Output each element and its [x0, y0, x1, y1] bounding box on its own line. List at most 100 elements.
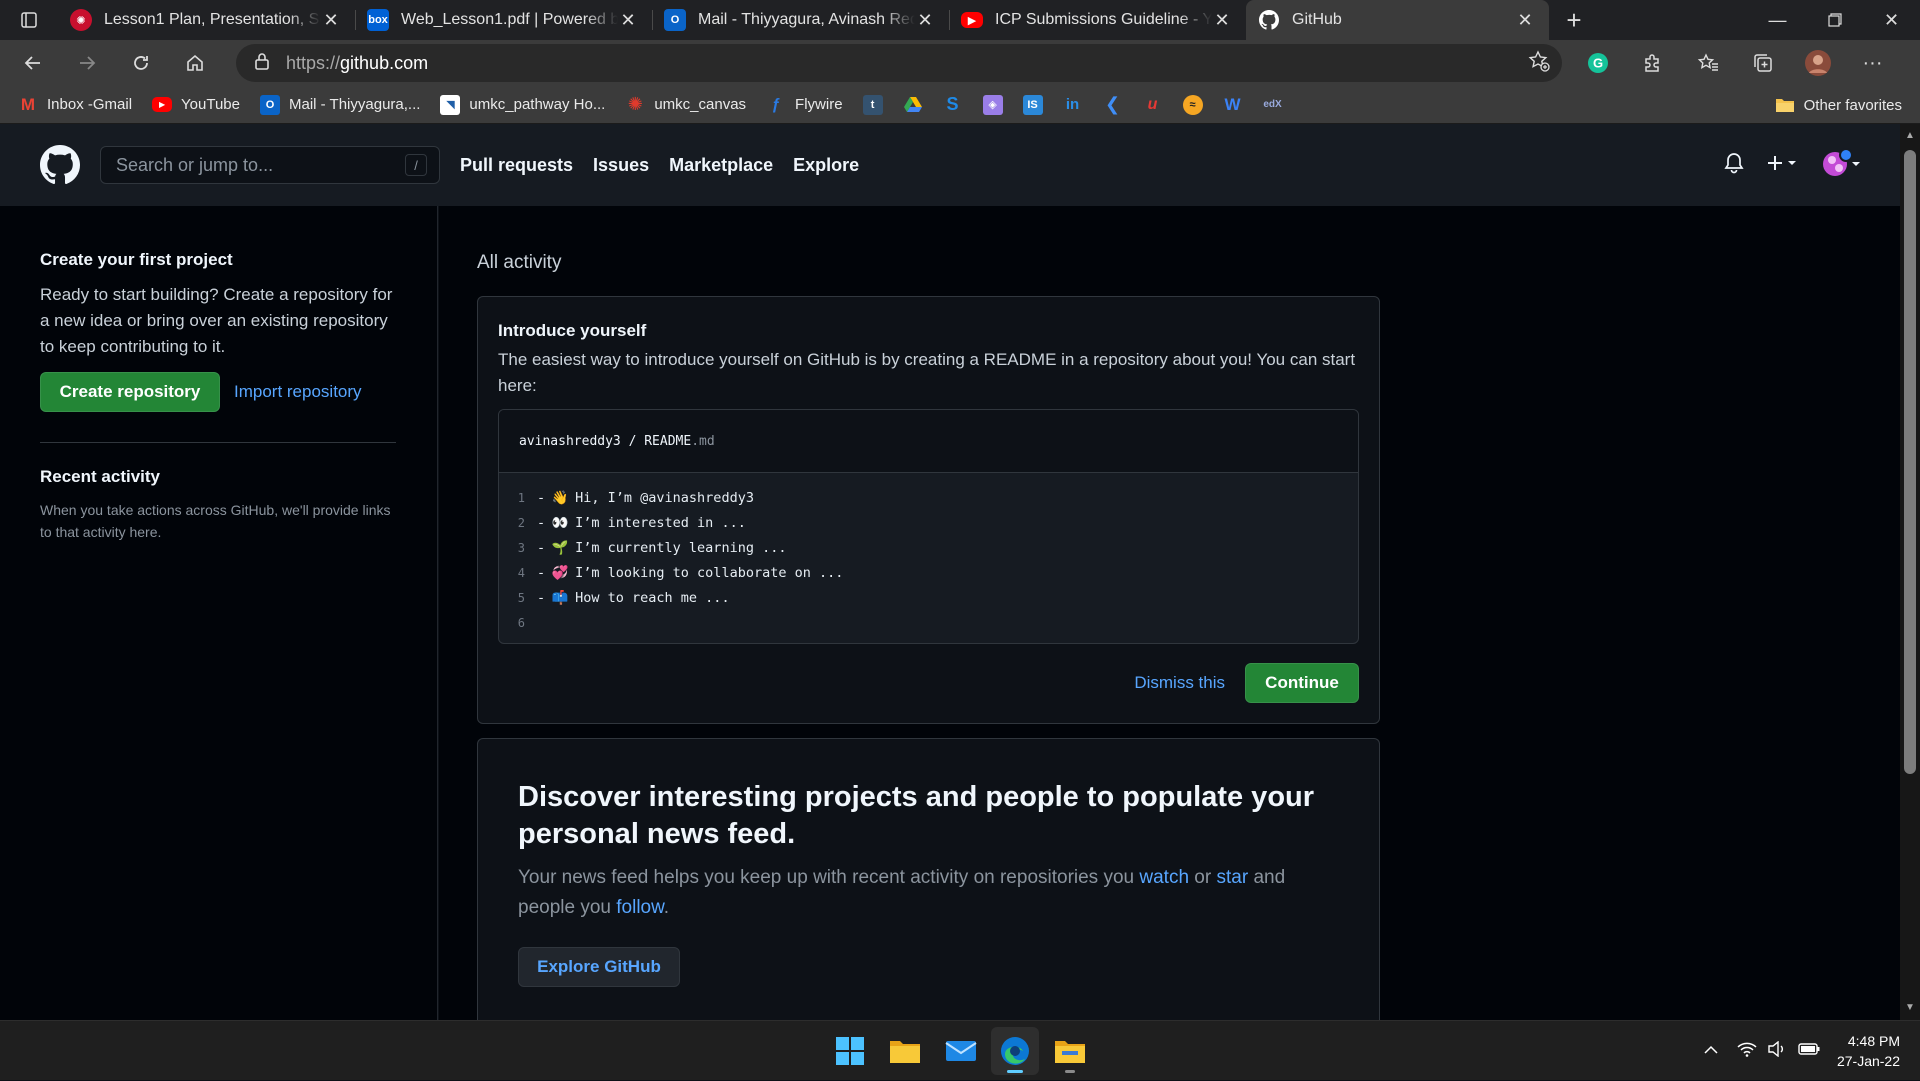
eyes-emoji: 👀 [551, 514, 569, 531]
code-text: I’m currently learning ... [575, 539, 787, 556]
import-repository-link[interactable]: Import repository [234, 382, 362, 402]
discover-text: Your news feed helps you keep up with re… [518, 863, 1338, 923]
youtube-icon: ▶ [152, 97, 173, 112]
create-repository-button[interactable]: Create repository [40, 372, 220, 412]
github-header: Search or jump to... / Pull requests Iss… [0, 124, 1900, 206]
line-number: 6 [517, 615, 525, 630]
tumblr-icon[interactable]: t [862, 94, 883, 115]
close-tab-icon[interactable]: ✕ [1515, 10, 1535, 31]
grammarly-icon[interactable]: G [1570, 52, 1625, 74]
clock-date: 27-Jan-22 [1836, 1053, 1900, 1069]
battery-icon[interactable] [1797, 1041, 1821, 1062]
nav-pull-requests[interactable]: Pull requests [460, 155, 573, 176]
favorite-flywire[interactable]: ƒ Flywire [766, 95, 843, 115]
nav-explore[interactable]: Explore [793, 155, 859, 176]
watch-link[interactable]: watch [1139, 867, 1189, 888]
webflow-icon[interactable]: W [1223, 95, 1243, 115]
notifications-bell-icon[interactable] [1724, 152, 1744, 179]
list-dash: - [537, 489, 546, 506]
close-tab-icon[interactable]: ✕ [1212, 10, 1232, 31]
tab-actions-menu-icon[interactable] [0, 0, 58, 40]
forward-icon[interactable] [60, 40, 114, 86]
coursera-icon[interactable]: ≈ [1182, 94, 1203, 115]
recent-activity-text: When you take actions across GitHub, we'… [40, 502, 391, 540]
page-scrollbar[interactable]: ▲ ▼ [1900, 124, 1920, 1020]
file-explorer-icon[interactable] [881, 1027, 929, 1075]
scrollbar-thumb[interactable] [1904, 150, 1916, 774]
onenote-icon[interactable]: ◈ [982, 94, 1003, 115]
sidebar-divider [40, 442, 396, 443]
scroll-up-icon[interactable]: ▲ [1904, 130, 1916, 142]
linkedin-icon[interactable]: in [1063, 95, 1083, 115]
close-tab-icon[interactable]: ✕ [915, 10, 935, 31]
intro-text: The easiest way to introduce yourself on… [498, 350, 1356, 395]
favorite-outlook-mail[interactable]: O Mail - Thiyyagura,... [259, 94, 420, 115]
user-avatar-dropdown[interactable] [1822, 147, 1864, 183]
explore-github-button[interactable]: Explore GitHub [518, 947, 680, 987]
line-number: 2 [517, 515, 525, 530]
start-menu-icon[interactable] [826, 1027, 874, 1075]
kotlin-icon[interactable]: ❮ [1103, 94, 1123, 115]
url-text[interactable]: https://github.com [286, 53, 428, 74]
mail-app-icon[interactable] [937, 1027, 985, 1075]
udemy-icon[interactable]: u [1143, 95, 1163, 115]
hearts-emoji: 💞 [551, 564, 569, 581]
continue-button[interactable]: Continue [1245, 663, 1359, 703]
code-line: 4 - 💞 I’m looking to collaborate on ... [499, 560, 1358, 585]
lock-icon[interactable] [254, 52, 270, 75]
github-primary-nav: Pull requests Issues Marketplace Explore [460, 155, 879, 176]
minimize-icon[interactable]: — [1749, 0, 1806, 40]
google-drive-icon[interactable] [903, 95, 923, 115]
follow-link[interactable]: follow [616, 897, 664, 918]
close-tab-icon[interactable]: ✕ [618, 10, 638, 31]
refresh-icon[interactable] [114, 40, 168, 86]
browser-tab[interactable]: ▶ ICP Submissions Guideline - You ✕ [949, 0, 1246, 40]
favorite-umkc-pathway[interactable]: ◥ umkc_pathway Ho... [440, 94, 605, 115]
chevron-up-icon[interactable] [1703, 1042, 1719, 1060]
github-logo-icon[interactable] [40, 145, 80, 185]
add-favorite-icon[interactable] [1528, 49, 1550, 77]
close-tab-icon[interactable]: ✕ [321, 10, 341, 31]
profile-avatar[interactable] [1790, 49, 1845, 77]
edx-icon[interactable]: edX [1263, 95, 1283, 115]
mailbox-emoji: 📫 [551, 589, 569, 606]
favorite-umkc-canvas[interactable]: ✺ umkc_canvas [625, 94, 746, 115]
nav-issues[interactable]: Issues [593, 155, 649, 176]
search-input[interactable]: Search or jump to... / [100, 146, 440, 184]
nav-marketplace[interactable]: Marketplace [669, 155, 773, 176]
extensions-icon[interactable] [1625, 52, 1680, 74]
star-link[interactable]: star [1216, 867, 1248, 888]
collections-icon[interactable] [1735, 52, 1790, 74]
scroll-down-icon[interactable]: ▼ [1904, 1002, 1916, 1014]
home-icon[interactable] [168, 40, 222, 86]
is-icon[interactable]: IS [1022, 94, 1043, 115]
skype-icon[interactable]: S [943, 94, 963, 115]
canvas-icon: ✺ [627, 94, 643, 114]
box-icon: box [367, 9, 389, 31]
search-placeholder: Search or jump to... [116, 154, 274, 175]
favorite-youtube[interactable]: ▶ YouTube [152, 96, 240, 113]
new-tab-icon[interactable]: + [1549, 0, 1599, 40]
dismiss-link[interactable]: Dismiss this [1134, 673, 1225, 693]
other-favorites[interactable]: Other favorites [1775, 86, 1902, 124]
wifi-icon[interactable] [1737, 1041, 1757, 1062]
browser-tab[interactable]: ✺ Lesson1 Plan, Presentation, Sour ✕ [58, 0, 355, 40]
clock-time: 4:48 PM [1847, 1033, 1900, 1049]
file-explorer-window-icon[interactable] [1046, 1027, 1094, 1075]
volume-icon[interactable] [1767, 1040, 1787, 1062]
more-options-icon[interactable]: ··· [1845, 52, 1900, 75]
favorites-icon[interactable] [1680, 52, 1735, 74]
browser-tab[interactable]: box Web_Lesson1.pdf | Powered by B ✕ [355, 0, 652, 40]
clock[interactable]: 4:48 PM 27-Jan-22 [1837, 1031, 1900, 1071]
create-new-dropdown-icon[interactable] [1766, 153, 1800, 178]
close-window-icon[interactable]: ✕ [1863, 0, 1920, 40]
browser-tab[interactable]: O Mail - Thiyyagura, Avinash Reddy ✕ [652, 0, 949, 40]
browser-tab-active[interactable]: GitHub ✕ [1246, 0, 1549, 40]
address-bar[interactable]: https://github.com [236, 44, 1562, 82]
open-app-indicator [1065, 1070, 1075, 1073]
favorite-gmail[interactable]: M Inbox -Gmail [18, 95, 132, 115]
restore-icon[interactable] [1806, 0, 1863, 40]
browser-tab-bar: ✺ Lesson1 Plan, Presentation, Sour ✕ box… [0, 0, 1920, 40]
back-icon[interactable] [6, 40, 60, 86]
edge-browser-icon[interactable] [991, 1027, 1039, 1075]
